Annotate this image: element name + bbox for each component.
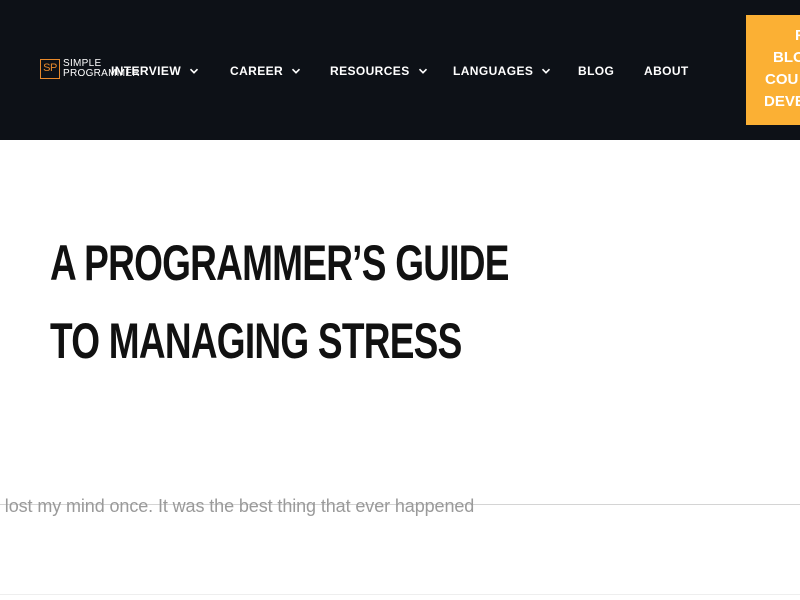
divider xyxy=(0,594,800,595)
nav-item-interview[interactable]: INTERVIEW xyxy=(111,63,199,79)
nav-item-about[interactable]: ABOUT xyxy=(644,63,689,79)
nav-item-label: ABOUT xyxy=(644,64,689,78)
cta-line: F xyxy=(795,27,800,44)
nav-item-label: BLOG xyxy=(578,64,615,78)
nav-item-label: CAREER xyxy=(230,64,284,78)
article-title-line: TO MANAGING STRESS xyxy=(50,313,462,369)
cta-label: F BLO COU DEVE xyxy=(764,25,800,113)
site-header: SP SIMPLE PROGRAMMER INTERVIEW CAREER RE… xyxy=(0,0,800,140)
article-title-line: A PROGRAMMER’S GUIDE xyxy=(50,235,509,291)
nav-item-resources[interactable]: RESOURCES xyxy=(330,63,428,79)
nav-item-label: RESOURCES xyxy=(330,64,410,78)
cta-line: BLO xyxy=(773,49,800,66)
cta-line: COU xyxy=(765,71,799,88)
nav-item-label: LANGUAGES xyxy=(453,64,534,78)
nav-item-label: INTERVIEW xyxy=(111,64,182,78)
article-title: A PROGRAMMER’S GUIDE TO MANAGING STRESS xyxy=(50,224,509,380)
nav-item-blog[interactable]: BLOG xyxy=(578,63,614,79)
chevron-down-icon xyxy=(418,66,428,76)
nav-item-career[interactable]: CAREER xyxy=(230,63,301,79)
chevron-down-icon xyxy=(291,66,301,76)
cta-button[interactable]: F BLO COU DEVE xyxy=(746,15,800,125)
logo-mark: SP xyxy=(40,59,60,79)
article-intro: I lost my mind once. It was the best thi… xyxy=(0,496,475,516)
chevron-down-icon xyxy=(189,66,199,76)
cta-line: DEVE xyxy=(764,93,800,110)
nav-item-languages[interactable]: LANGUAGES xyxy=(453,63,551,79)
chevron-down-icon xyxy=(541,66,551,76)
